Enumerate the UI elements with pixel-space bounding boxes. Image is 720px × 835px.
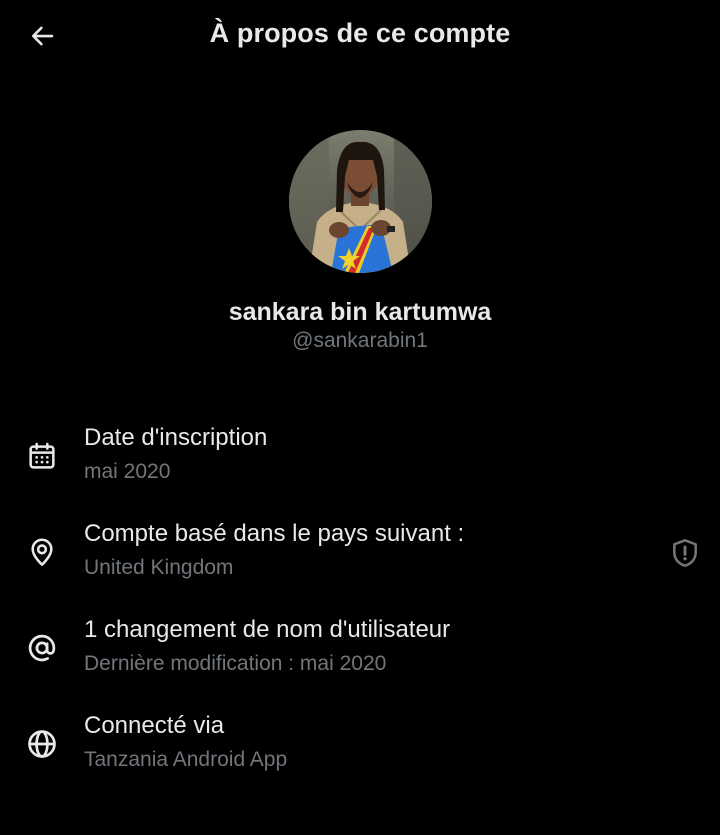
shield-alert-icon[interactable] [666,534,704,572]
avatar [289,130,432,273]
country-value: United Kingdom [84,556,234,579]
calendar-icon [24,438,60,474]
info-row-country: Compte basé dans le pays suivant : Unite… [0,520,720,600]
username-handle: @sankarabin1 [292,329,428,352]
username-changes-label: 1 changement de nom d'utilisateur [84,616,451,643]
page-title: À propos de ce compte [209,18,511,48]
location-pin-icon [24,534,60,570]
globe-icon [24,726,60,762]
username-changes-value: Dernière modification : mai 2020 [84,652,387,675]
display-name: sankara bin kartumwa [228,298,492,326]
info-row-connected-via: Connecté via Tanzania Android App [0,712,720,792]
top-bar: À propos de ce compte [0,0,720,72]
info-row-join-date: Date d'inscription mai 2020 [0,424,720,504]
connected-via-label: Connecté via [84,712,225,739]
at-sign-icon [24,630,60,666]
join-date-value: mai 2020 [84,460,171,483]
join-date-label: Date d'inscription [84,424,268,451]
country-label: Compte basé dans le pays suivant : [84,520,465,547]
connected-via-value: Tanzania Android App [84,748,288,771]
info-row-username-changes: 1 changement de nom d'utilisateur Derniè… [0,616,720,696]
